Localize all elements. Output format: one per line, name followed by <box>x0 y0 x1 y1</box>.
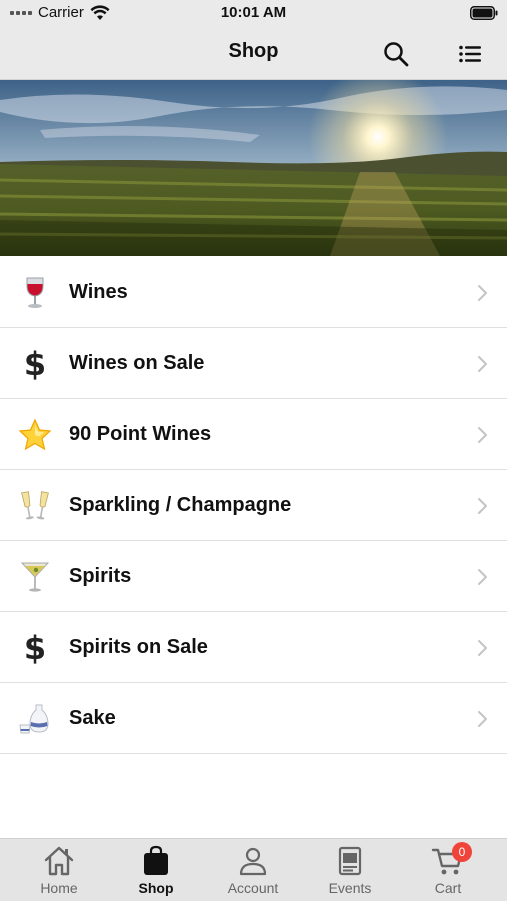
list-item-wines-on-sale[interactable]: $ Wines on Sale <box>0 328 507 399</box>
list-item-label: Spirits on Sale <box>69 636 208 658</box>
tab-label: Shop <box>138 880 174 896</box>
list-item-sake[interactable]: Sake <box>0 683 507 754</box>
dollar-icon: $ <box>23 345 47 383</box>
status-time: 10:01 AM <box>220 4 287 21</box>
cocktail-glass-icon <box>17 559 53 595</box>
list-item-spirits[interactable]: Spirits <box>0 541 507 612</box>
list-item-label: Spirits <box>69 565 132 587</box>
tab-label: Home <box>40 880 78 896</box>
tab-label: Events <box>328 880 372 896</box>
champagne-glasses-icon <box>17 488 53 524</box>
calendar-icon <box>338 846 362 876</box>
tab-home[interactable]: Home <box>9 839 109 901</box>
wine-glass-icon <box>17 275 53 311</box>
page-title: Shop <box>228 40 279 62</box>
chevron-right-icon <box>478 498 487 514</box>
list-item-label: Sparkling / Champagne <box>69 494 292 516</box>
sake-bottle-icon <box>17 701 53 737</box>
battery-icon <box>470 6 498 20</box>
list-item-spirits-on-sale[interactable]: $ Spirits on Sale <box>0 612 507 683</box>
shopping-bag-icon <box>144 845 168 875</box>
status-bar: Carrier 10:01 AM <box>0 0 507 27</box>
cart-count-badge: 0 <box>452 842 472 862</box>
chevron-right-icon <box>478 711 487 727</box>
chevron-right-icon <box>478 356 487 372</box>
list-item-label: Sake <box>69 707 116 729</box>
shop-category-list: Wines $ Wines on Sale 90 Point Wines Spa… <box>0 257 507 754</box>
navigation-bar: Shop <box>0 27 507 80</box>
chevron-right-icon <box>478 640 487 656</box>
chevron-right-icon <box>478 569 487 585</box>
tab-bar: Home Shop Account Events 0 Cart <box>0 838 507 901</box>
tab-label: Cart <box>434 880 462 896</box>
tab-shop[interactable]: Shop <box>106 839 206 901</box>
search-icon[interactable] <box>382 40 410 68</box>
star-icon <box>17 417 53 453</box>
home-icon <box>44 846 74 876</box>
tab-account[interactable]: Account <box>203 839 303 901</box>
chevron-right-icon <box>478 285 487 301</box>
list-item-label: 90 Point Wines <box>69 423 212 445</box>
list-item-wines[interactable]: Wines <box>0 257 507 328</box>
tab-cart[interactable]: 0 Cart <box>398 839 498 901</box>
tab-events[interactable]: Events <box>300 839 400 901</box>
list-item-sparkling-champagne[interactable]: Sparkling / Champagne <box>0 470 507 541</box>
person-icon <box>239 847 267 876</box>
dollar-icon: $ <box>23 629 47 667</box>
list-item-90-point-wines[interactable]: 90 Point Wines <box>0 399 507 470</box>
list-item-label: Wines <box>69 281 128 303</box>
chevron-right-icon <box>478 427 487 443</box>
list-icon[interactable] <box>456 40 484 68</box>
tab-label: Account <box>227 880 279 896</box>
list-item-label: Wines on Sale <box>69 352 205 374</box>
hero-banner-image <box>0 80 507 256</box>
